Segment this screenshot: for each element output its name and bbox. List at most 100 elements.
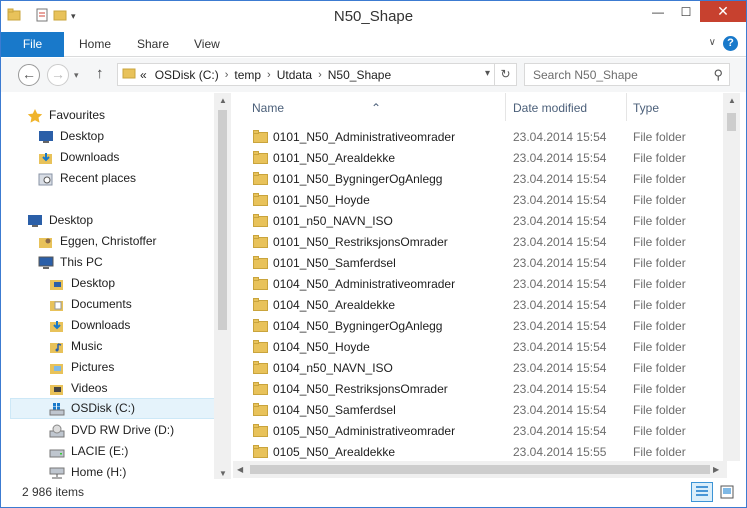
- file-row[interactable]: 0104_N50_RestriksjonsOmrader 23.04.2014 1…: [233, 378, 727, 399]
- breadcrumb-utdata[interactable]: Utdata: [277, 68, 312, 82]
- nav-item-label: This PC: [60, 255, 103, 269]
- file-row[interactable]: 0101_N50_Arealdekke 23.04.2014 15:54 File …: [233, 147, 727, 168]
- nav-item-label: Desktop: [60, 129, 105, 143]
- horizontal-scrollbar[interactable]: ◀ ▶: [233, 461, 727, 478]
- forward-button[interactable]: →: [47, 64, 69, 86]
- folder-icon: [253, 445, 268, 458]
- nav-item-documents[interactable]: Documents: [49, 294, 132, 315]
- nav-item-desktop-root[interactable]: Desktop: [27, 210, 93, 231]
- breadcrumb-osdisk[interactable]: OSDisk (C:): [155, 68, 219, 82]
- file-row[interactable]: 0101_N50_RestriksjonsOmrader 23.04.2014 1…: [233, 231, 727, 252]
- file-type: File folder: [633, 403, 686, 417]
- nav-item-user[interactable]: Eggen, Christoffer: [38, 231, 157, 252]
- chevron-right-icon[interactable]: ›: [225, 69, 229, 81]
- nav-item-label: Downloads: [71, 318, 131, 332]
- file-row[interactable]: 0104_n50_NAVN_ISO 23.04.2014 15:54 File fo…: [233, 357, 727, 378]
- close-button[interactable]: ✕: [700, 1, 746, 22]
- large-icons-view-button[interactable]: [716, 482, 738, 502]
- tab-view[interactable]: View: [194, 32, 220, 57]
- refresh-button[interactable]: ↻: [494, 64, 516, 85]
- nav-item-music[interactable]: Music: [49, 336, 102, 357]
- chevron-right-icon[interactable]: ›: [318, 69, 322, 81]
- file-row[interactable]: 0104_N50_Hoyde 23.04.2014 15:54 File folde…: [233, 336, 727, 357]
- nav-item-favourites[interactable]: Favourites: [27, 105, 105, 126]
- music-icon: [49, 340, 65, 354]
- file-row[interactable]: 0104_N50_Samferdsel 23.04.2014 15:54 File …: [233, 399, 727, 420]
- file-list-scroll-thumb[interactable]: [727, 113, 736, 131]
- expand-ribbon-icon[interactable]: ∨: [709, 37, 716, 48]
- scroll-right-icon[interactable]: ▶: [713, 465, 719, 474]
- nav-item-label: Music: [71, 339, 103, 353]
- nav-item-this-pc[interactable]: This PC: [38, 252, 103, 273]
- file-type: File folder: [633, 172, 686, 186]
- breadcrumb-overflow[interactable]: «: [140, 68, 147, 82]
- nav-item-videos[interactable]: Videos: [49, 378, 107, 399]
- file-type: File folder: [633, 361, 686, 375]
- nav-item-osdisk[interactable]: OSDisk (C:): [10, 398, 215, 419]
- folder-icon: [253, 340, 268, 353]
- folder-icon: [253, 403, 268, 416]
- file-row[interactable]: 0105_N50_Administrativeomrader 23.04.2014…: [233, 420, 727, 441]
- nav-item-downloads[interactable]: Downloads: [38, 147, 119, 168]
- file-row[interactable]: 0101_N50_Administrativeomrader 23.04.2014…: [233, 126, 727, 147]
- nav-item-pc-desktop[interactable]: Desktop: [49, 273, 115, 294]
- help-icon[interactable]: ?: [723, 36, 738, 51]
- tab-home[interactable]: Home: [79, 32, 111, 57]
- back-button[interactable]: ←: [18, 64, 40, 86]
- folder-icon: [253, 277, 268, 290]
- file-row[interactable]: 0104_N50_BygningerOgAnlegg 23.04.2014 15:…: [233, 315, 727, 336]
- breadcrumb-n50-shape[interactable]: N50_Shape: [328, 68, 391, 82]
- details-view-button[interactable]: [691, 482, 713, 502]
- maximize-button[interactable]: ☐: [672, 1, 700, 22]
- column-name[interactable]: Name: [252, 101, 284, 115]
- horizontal-scroll-thumb[interactable]: [250, 465, 710, 474]
- file-type: File folder: [633, 193, 686, 207]
- navpane-scrollbar[interactable]: ▲ ▼: [214, 93, 231, 482]
- file-row[interactable]: 0104_N50_Administrativeomrader 23.04.2014…: [233, 273, 727, 294]
- minimize-button[interactable]: —: [644, 1, 672, 22]
- scroll-up-icon[interactable]: ▲: [728, 96, 736, 105]
- column-headers: ⌃ Name Date modified Type: [233, 93, 727, 121]
- file-type: File folder: [633, 277, 686, 291]
- file-row[interactable]: 0101_n50_NAVN_ISO 23.04.2014 15:54 File fo…: [233, 210, 727, 231]
- nav-item-lacie[interactable]: LACIE (E:): [49, 441, 128, 462]
- search-icon[interactable]: ⚲: [713, 67, 723, 83]
- nav-item-recent-places[interactable]: Recent places: [38, 168, 136, 189]
- column-divider[interactable]: [626, 93, 627, 121]
- nav-item-desktop[interactable]: Desktop: [38, 126, 104, 147]
- file-row[interactable]: 0101_N50_Hoyde 23.04.2014 15:54 File folde…: [233, 189, 727, 210]
- scroll-down-icon[interactable]: ▼: [219, 469, 227, 478]
- scroll-left-icon[interactable]: ◀: [237, 465, 243, 474]
- file-type: File folder: [633, 130, 686, 144]
- address-bar[interactable]: « OSDisk (C:) › temp › Utdata › N50_Shap…: [117, 63, 517, 86]
- file-date-modified: 23.04.2014 15:54: [513, 193, 607, 207]
- file-list: ⌃ Name Date modified Type 0101_N50_Admin…: [233, 93, 727, 461]
- chevron-right-icon[interactable]: ›: [267, 69, 271, 81]
- file-row[interactable]: 0104_N50_Arealdekke 23.04.2014 15:54 File …: [233, 294, 727, 315]
- file-name: 0101_N50_Hoyde: [273, 193, 370, 207]
- recent-locations-icon[interactable]: ▾: [74, 70, 79, 81]
- column-date-modified[interactable]: Date modified: [513, 101, 587, 115]
- tab-share[interactable]: Share: [137, 32, 169, 57]
- file-row[interactable]: 0105_N50_Arealdekke 23.04.2014 15:55 File …: [233, 441, 727, 461]
- scroll-up-icon[interactable]: ▲: [219, 96, 227, 105]
- folder-icon: [253, 193, 268, 206]
- file-row[interactable]: 0101_N50_BygningerOgAnlegg 23.04.2014 15:…: [233, 168, 727, 189]
- breadcrumb-temp[interactable]: temp: [234, 68, 261, 82]
- drive-icon: [49, 445, 65, 459]
- column-divider[interactable]: [505, 93, 506, 121]
- column-type[interactable]: Type: [633, 101, 659, 115]
- file-type: File folder: [633, 319, 686, 333]
- navpane-scroll-thumb[interactable]: [218, 110, 227, 330]
- nav-item-dvd[interactable]: DVD RW Drive (D:): [49, 420, 174, 441]
- documents-icon: [49, 298, 65, 312]
- nav-item-pc-downloads[interactable]: Downloads: [49, 315, 130, 336]
- tab-file[interactable]: File: [1, 32, 64, 57]
- address-dropdown-icon[interactable]: ▾: [485, 68, 490, 79]
- file-list-scrollbar[interactable]: ▲: [723, 93, 740, 461]
- search-input[interactable]: Search N50_Shape ⚲: [524, 63, 730, 86]
- nav-item-pictures[interactable]: Pictures: [49, 357, 114, 378]
- file-row[interactable]: 0101_N50_Samferdsel 23.04.2014 15:54 File …: [233, 252, 727, 273]
- up-button[interactable]: ↑: [96, 65, 104, 82]
- downloads-icon: [49, 319, 65, 333]
